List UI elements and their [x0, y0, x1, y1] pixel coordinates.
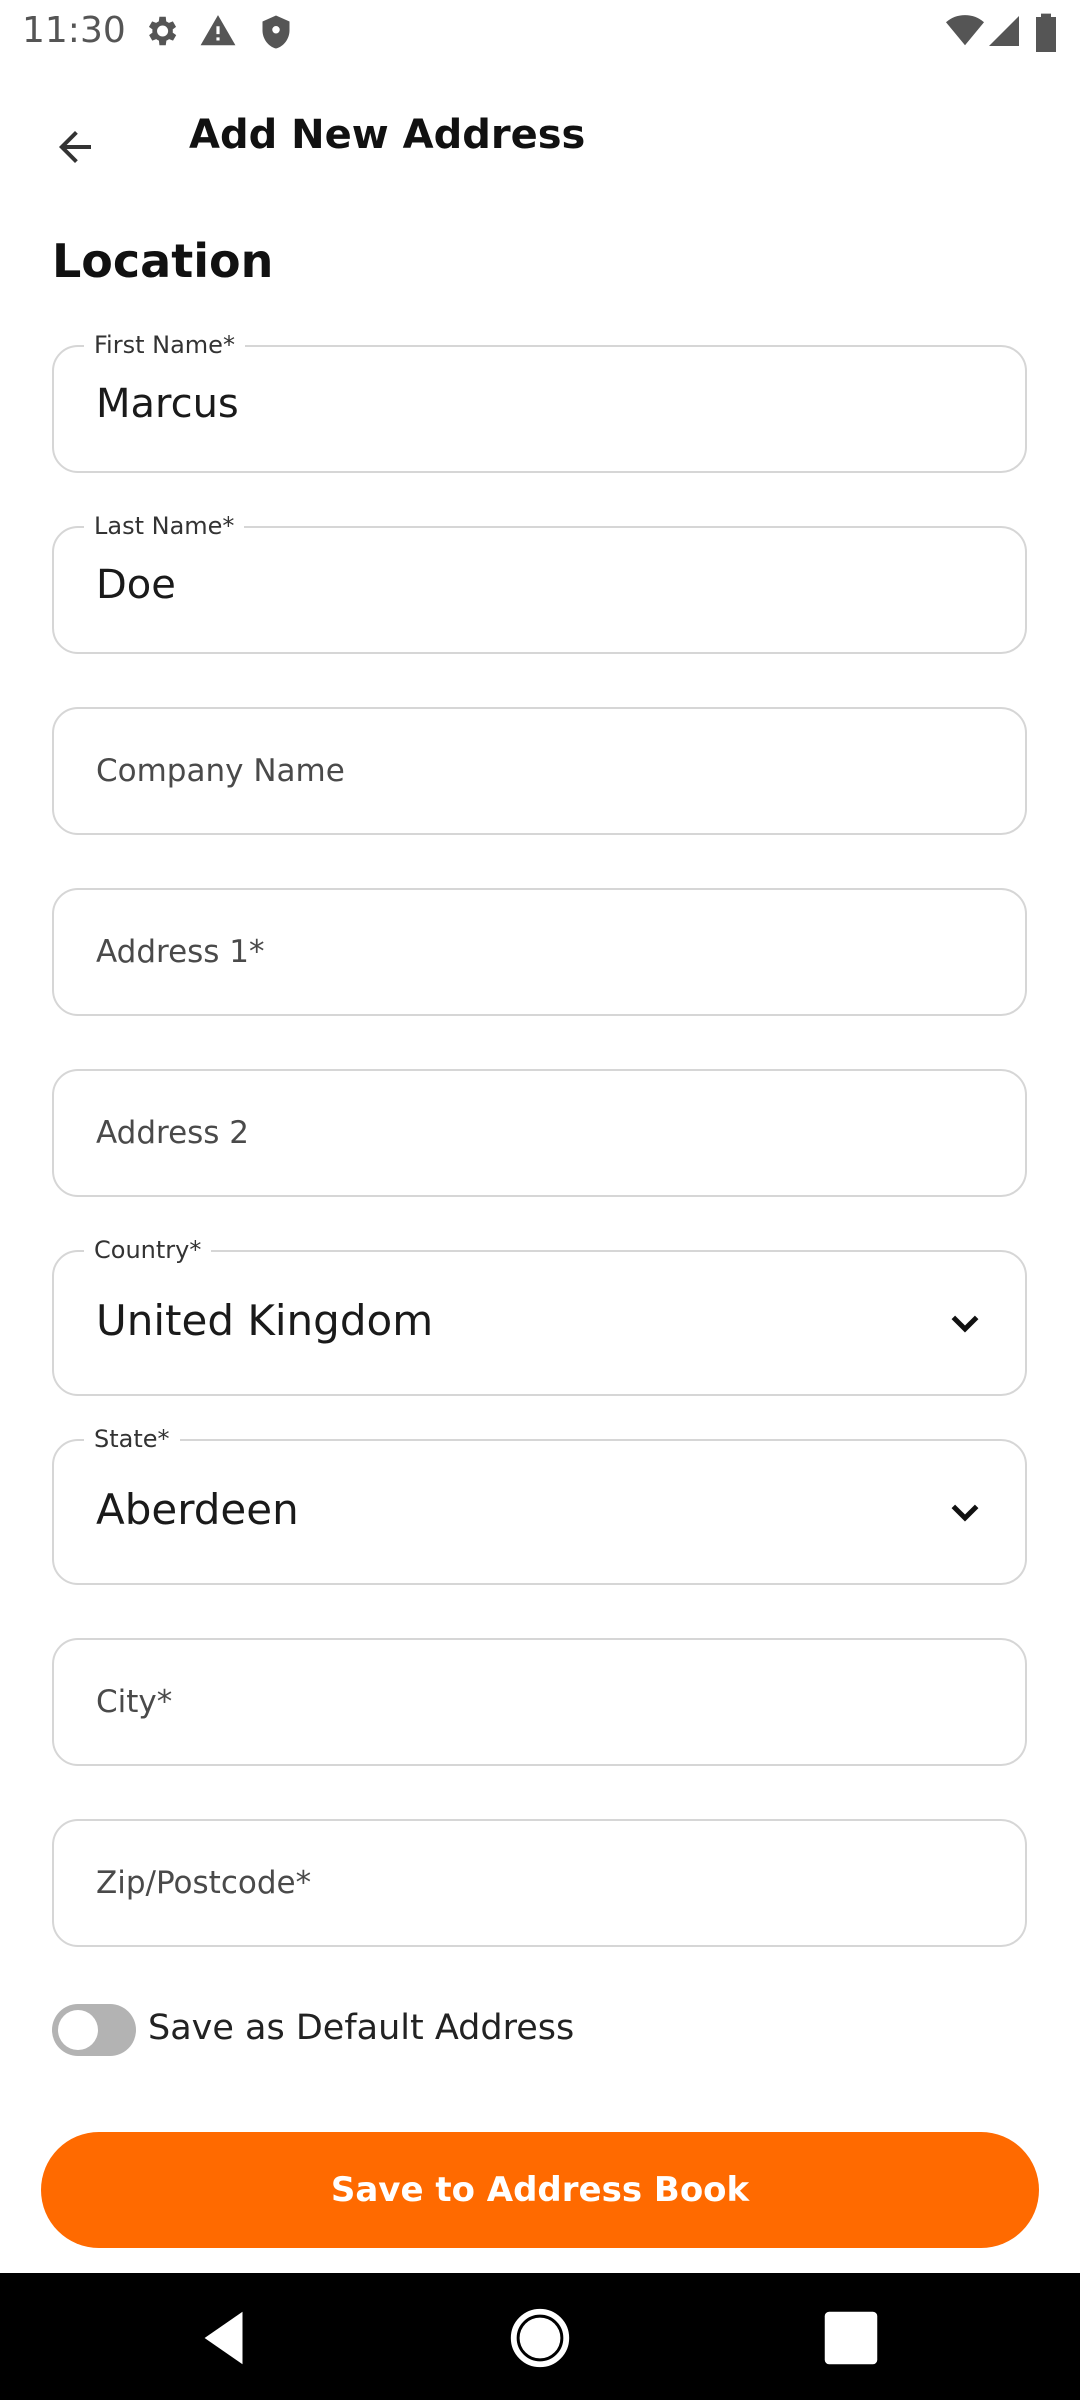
chevron-down-icon[interactable] [945, 1493, 985, 1533]
last-name-field[interactable]: Last Name* Doe [52, 510, 1027, 654]
chevron-down-icon[interactable] [945, 1304, 985, 1344]
system-nav-bar [0, 2273, 1080, 2400]
first-name-field[interactable]: First Name* Marcus [52, 329, 1027, 473]
default-address-toggle-row[interactable]: Save as Default Address [52, 2002, 752, 2058]
zip-field[interactable]: Zip/Postcode* [52, 1819, 1027, 1947]
arrow-left-icon [59, 131, 91, 163]
save-to-address-book-button[interactable]: Save to Address Book [41, 2132, 1039, 2248]
state-dropdown[interactable]: State* Aberdeen [52, 1423, 1027, 1585]
zip-placeholder: Zip/Postcode* [96, 1865, 312, 1901]
signal-icon [989, 16, 1019, 46]
default-address-label: Save as Default Address [148, 2008, 575, 2048]
last-name-label: Last Name* [84, 510, 245, 542]
state-label: State* [84, 1423, 180, 1455]
app-bar: Add New Address [0, 64, 1080, 210]
last-name-value[interactable]: Doe [96, 562, 176, 608]
country-label: Country* [84, 1234, 212, 1266]
status-bar: 11:30 [0, 0, 1080, 64]
city-placeholder: City* [96, 1684, 173, 1720]
default-address-toggle[interactable] [52, 2004, 136, 2056]
address2-field[interactable]: Address 2 [52, 1069, 1027, 1197]
city-field[interactable]: City* [52, 1638, 1027, 1766]
wifi-icon [946, 15, 984, 46]
home-circle-icon[interactable] [505, 2303, 575, 2373]
section-title: Location [52, 234, 274, 288]
back-button[interactable] [30, 102, 120, 192]
warning-icon [200, 15, 236, 46]
company-name-field[interactable]: Company Name [52, 707, 1027, 835]
address2-placeholder: Address 2 [96, 1115, 250, 1151]
back-triangle-icon[interactable] [190, 2303, 260, 2373]
country-dropdown[interactable]: Country* United Kingdom [52, 1234, 1027, 1396]
page-title: Add New Address [189, 112, 586, 158]
state-value: Aberdeen [96, 1485, 299, 1534]
company-name-placeholder: Company Name [96, 753, 345, 789]
first-name-value[interactable]: Marcus [96, 381, 239, 427]
battery-icon [1036, 13, 1056, 52]
status-time: 11:30 [22, 10, 126, 51]
save-button-label: Save to Address Book [330, 2170, 750, 2210]
address1-field[interactable]: Address 1* [52, 888, 1027, 1016]
recents-square-icon[interactable] [816, 2303, 886, 2373]
address1-placeholder: Address 1* [96, 934, 265, 970]
shield-icon [262, 15, 290, 49]
toggle-thumb [58, 2010, 98, 2050]
first-name-label: First Name* [84, 329, 245, 361]
gear-icon [148, 16, 177, 46]
country-value: United Kingdom [96, 1296, 434, 1345]
